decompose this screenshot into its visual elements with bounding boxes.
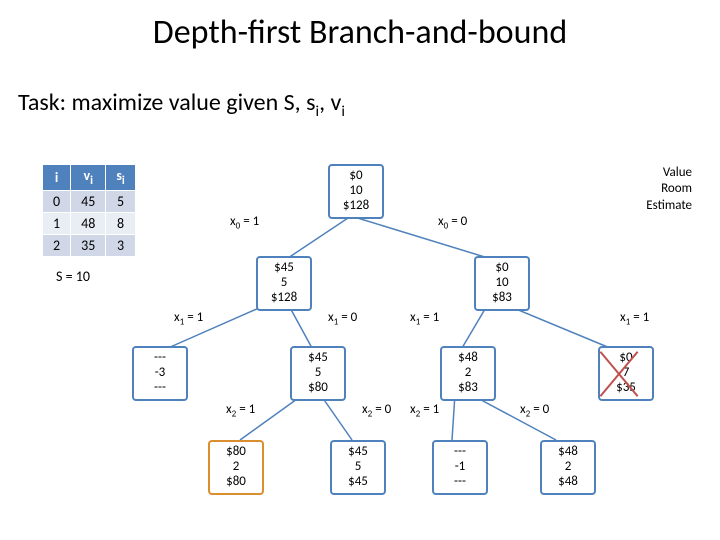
task-text-2: , v <box>319 88 341 117</box>
node-LRa: $802$80 <box>208 440 264 495</box>
node-L: $455$128 <box>256 256 312 311</box>
data-table: i vi si 0455 1488 2353 <box>42 164 136 257</box>
node-RLb: $482$48 <box>540 440 596 495</box>
edge-label-R-RL: x1 = 1 <box>410 310 439 328</box>
node-R: $010$83 <box>474 256 530 311</box>
node-RR: $07$35 <box>598 346 654 401</box>
col-s: si <box>106 165 135 191</box>
node-root: $010$128 <box>328 164 384 219</box>
edge-label-root-R: x0 = 0 <box>438 214 467 232</box>
edge-label-RL-a: x2 = 1 <box>410 402 439 420</box>
task-text-1: Task: maximize value given S, s <box>18 88 315 117</box>
edge-label-LR-b: x2 = 0 <box>362 402 391 420</box>
edge-label-RL-b: x2 = 0 <box>520 402 549 420</box>
node-RL: $482$83 <box>440 346 496 401</box>
col-i: i <box>43 165 71 191</box>
slide: Depth-first Branch-and-bound Task: maxim… <box>0 0 720 540</box>
legend: Value Room Estimate <box>646 165 692 214</box>
node-LL: ----3--- <box>132 346 188 401</box>
edge-label-L-LL: x1 = 1 <box>174 310 203 328</box>
task-line: Task: maximize value given S, si, vi <box>18 88 345 121</box>
table-row: 0455 <box>43 190 136 212</box>
edge-label-LR-a: x2 = 1 <box>226 402 255 420</box>
node-LRb: $455$45 <box>330 440 386 495</box>
edge-label-L-LR: x1 = 0 <box>328 310 357 328</box>
capacity-label: S = 10 <box>56 268 90 285</box>
edge-label-root-L: x0 = 1 <box>230 214 259 232</box>
task-sub-i-2: i <box>341 102 345 121</box>
node-LR: $455$80 <box>290 346 346 401</box>
table-row: 2353 <box>43 234 136 256</box>
page-title: Depth-first Branch-and-bound <box>0 12 720 53</box>
col-v: vi <box>71 165 106 191</box>
table-row: 1488 <box>43 212 136 234</box>
node-RLa: ----1--- <box>432 440 488 495</box>
edge-label-R-RR: x1 = 1 <box>620 310 649 328</box>
